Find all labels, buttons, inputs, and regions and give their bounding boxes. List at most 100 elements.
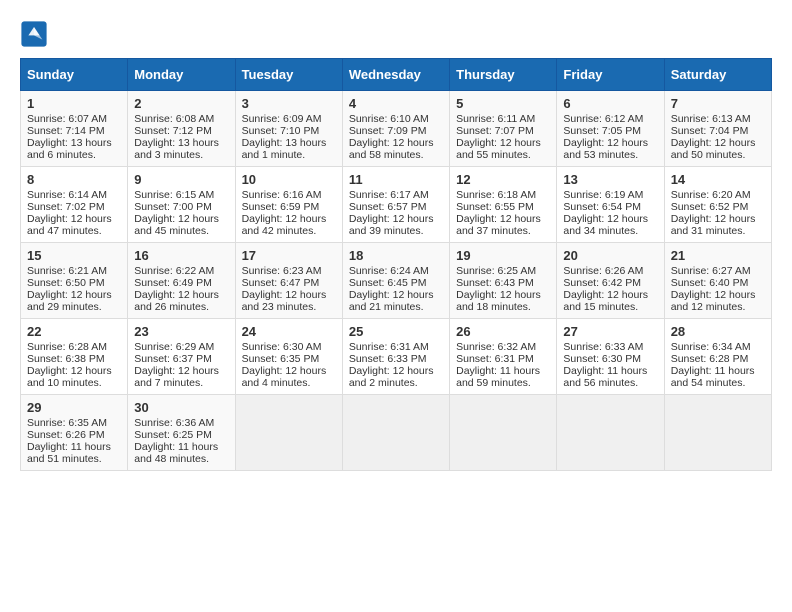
calendar-cell: 8 Sunrise: 6:14 AMSunset: 7:02 PMDaylight… xyxy=(21,167,128,243)
day-number: 1 xyxy=(27,96,121,111)
day-number: 5 xyxy=(456,96,550,111)
calendar-cell: 9Sunrise: 6:15 AMSunset: 7:00 PMDaylight… xyxy=(128,167,235,243)
sunset-text: Sunset: 7:05 PM xyxy=(563,125,657,137)
sunset-text: Sunset: 6:47 PM xyxy=(242,277,336,289)
sunrise-text: Sunrise: 6:34 AM xyxy=(671,341,765,353)
daylight-text: Daylight: 11 hours and 59 minutes. xyxy=(456,365,550,389)
daylight-text: Daylight: 11 hours and 54 minutes. xyxy=(671,365,765,389)
calendar-cell: 20Sunrise: 6:26 AMSunset: 6:42 PMDayligh… xyxy=(557,243,664,319)
sunset-text: Sunset: 7:02 PM xyxy=(27,201,121,213)
calendar-cell: 22Sunrise: 6:28 AMSunset: 6:38 PMDayligh… xyxy=(21,319,128,395)
header-row: SundayMondayTuesdayWednesdayThursdayFrid… xyxy=(21,59,772,91)
sunset-text: Sunset: 7:10 PM xyxy=(242,125,336,137)
daylight-text: Daylight: 13 hours and 1 minute. xyxy=(242,137,336,161)
calendar-cell: 27Sunrise: 6:33 AMSunset: 6:30 PMDayligh… xyxy=(557,319,664,395)
sunrise-text: Sunrise: 6:07 AM xyxy=(27,113,121,125)
calendar-cell: 4Sunrise: 6:10 AMSunset: 7:09 PMDaylight… xyxy=(342,91,449,167)
sunrise-text: Sunrise: 6:19 AM xyxy=(563,189,657,201)
sunrise-text: Sunrise: 6:23 AM xyxy=(242,265,336,277)
daylight-text: Daylight: 12 hours and 45 minutes. xyxy=(134,213,228,237)
sunrise-text: Sunrise: 6:21 AM xyxy=(27,265,121,277)
day-number: 3 xyxy=(242,96,336,111)
sunset-text: Sunset: 7:04 PM xyxy=(671,125,765,137)
sunset-text: Sunset: 6:33 PM xyxy=(349,353,443,365)
calendar-week: 1Sunrise: 6:07 AMSunset: 7:14 PMDaylight… xyxy=(21,91,772,167)
sunrise-text: Sunrise: 6:31 AM xyxy=(349,341,443,353)
calendar-cell: 5Sunrise: 6:11 AMSunset: 7:07 PMDaylight… xyxy=(450,91,557,167)
sunset-text: Sunset: 6:28 PM xyxy=(671,353,765,365)
day-number: 21 xyxy=(671,248,765,263)
day-number: 6 xyxy=(563,96,657,111)
daylight-text: Daylight: 12 hours and 26 minutes. xyxy=(134,289,228,313)
daylight-text: Daylight: 12 hours and 42 minutes. xyxy=(242,213,336,237)
calendar-cell: 25Sunrise: 6:31 AMSunset: 6:33 PMDayligh… xyxy=(342,319,449,395)
header-day: Sunday xyxy=(21,59,128,91)
day-number: 15 xyxy=(27,248,121,263)
day-number: 7 xyxy=(671,96,765,111)
sunset-text: Sunset: 6:25 PM xyxy=(134,429,228,441)
calendar-cell: 24Sunrise: 6:30 AMSunset: 6:35 PMDayligh… xyxy=(235,319,342,395)
header-day: Monday xyxy=(128,59,235,91)
sunset-text: Sunset: 6:35 PM xyxy=(242,353,336,365)
daylight-text: Daylight: 12 hours and 12 minutes. xyxy=(671,289,765,313)
sunrise-text: Sunrise: 6:25 AM xyxy=(456,265,550,277)
calendar-cell: 6Sunrise: 6:12 AMSunset: 7:05 PMDaylight… xyxy=(557,91,664,167)
sunrise-text: Sunrise: 6:22 AM xyxy=(134,265,228,277)
daylight-text: Daylight: 12 hours and 4 minutes. xyxy=(242,365,336,389)
day-number: 16 xyxy=(134,248,228,263)
daylight-text: Daylight: 12 hours and 37 minutes. xyxy=(456,213,550,237)
calendar-cell: 12Sunrise: 6:18 AMSunset: 6:55 PMDayligh… xyxy=(450,167,557,243)
calendar-cell: 18Sunrise: 6:24 AMSunset: 6:45 PMDayligh… xyxy=(342,243,449,319)
sunset-text: Sunset: 6:49 PM xyxy=(134,277,228,289)
daylight-text: Daylight: 13 hours and 3 minutes. xyxy=(134,137,228,161)
day-number: 19 xyxy=(456,248,550,263)
day-number: 13 xyxy=(563,172,657,187)
daylight-text: Daylight: 12 hours and 10 minutes. xyxy=(27,365,121,389)
sunset-text: Sunset: 6:42 PM xyxy=(563,277,657,289)
calendar-cell: 16 Sunrise: 6:22 AMSunset: 6:49 PMDayligh… xyxy=(128,243,235,319)
day-number: 17 xyxy=(242,248,336,263)
calendar-cell: 3 Sunrise: 6:09 AMSunset: 7:10 PMDaylight… xyxy=(235,91,342,167)
sunrise-text: Sunrise: 6:18 AM xyxy=(456,189,550,201)
sunset-text: Sunset: 6:43 PM xyxy=(456,277,550,289)
sunrise-text: Sunrise: 6:10 AM xyxy=(349,113,443,125)
sunrise-text: Sunrise: 6:36 AM xyxy=(134,417,228,429)
daylight-text: Daylight: 12 hours and 2 minutes. xyxy=(349,365,443,389)
day-number: 28 xyxy=(671,324,765,339)
sunrise-text: Sunrise: 6:13 AM xyxy=(671,113,765,125)
calendar-cell: 13Sunrise: 6:19 AMSunset: 6:54 PMDayligh… xyxy=(557,167,664,243)
calendar-cell: 30 Sunrise: 6:36 AMSunset: 6:25 PMDayligh… xyxy=(128,395,235,471)
calendar-cell: 14Sunrise: 6:20 AMSunset: 6:52 PMDayligh… xyxy=(664,167,771,243)
day-number: 11 xyxy=(349,172,443,187)
sunrise-text: Sunrise: 6:16 AM xyxy=(242,189,336,201)
daylight-text: Daylight: 12 hours and 53 minutes. xyxy=(563,137,657,161)
logo xyxy=(20,20,52,48)
sunrise-text: Sunrise: 6:27 AM xyxy=(671,265,765,277)
sunrise-text: Sunrise: 6:09 AM xyxy=(242,113,336,125)
day-number: 23 xyxy=(134,324,228,339)
sunset-text: Sunset: 6:50 PM xyxy=(27,277,121,289)
daylight-text: Daylight: 12 hours and 50 minutes. xyxy=(671,137,765,161)
day-number: 22 xyxy=(27,324,121,339)
calendar-cell: 28 Sunrise: 6:34 AMSunset: 6:28 PMDayligh… xyxy=(664,319,771,395)
header-day: Friday xyxy=(557,59,664,91)
daylight-text: Daylight: 11 hours and 48 minutes. xyxy=(134,441,228,465)
sunrise-text: Sunrise: 6:35 AM xyxy=(27,417,121,429)
calendar-cell: 29Sunrise: 6:35 AMSunset: 6:26 PMDayligh… xyxy=(21,395,128,471)
sunset-text: Sunset: 6:30 PM xyxy=(563,353,657,365)
day-number: 30 xyxy=(134,400,228,415)
day-number: 10 xyxy=(242,172,336,187)
day-number: 18 xyxy=(349,248,443,263)
sunrise-text: Sunrise: 6:29 AM xyxy=(134,341,228,353)
day-number: 20 xyxy=(563,248,657,263)
day-number: 8 xyxy=(27,172,121,187)
daylight-text: Daylight: 12 hours and 47 minutes. xyxy=(27,213,121,237)
daylight-text: Daylight: 12 hours and 34 minutes. xyxy=(563,213,657,237)
sunset-text: Sunset: 7:00 PM xyxy=(134,201,228,213)
day-number: 24 xyxy=(242,324,336,339)
calendar-cell: 15Sunrise: 6:21 AMSunset: 6:50 PMDayligh… xyxy=(21,243,128,319)
daylight-text: Daylight: 11 hours and 56 minutes. xyxy=(563,365,657,389)
sunrise-text: Sunrise: 6:14 AM xyxy=(27,189,121,201)
calendar-cell: 1Sunrise: 6:07 AMSunset: 7:14 PMDaylight… xyxy=(21,91,128,167)
calendar-week: 29Sunrise: 6:35 AMSunset: 6:26 PMDayligh… xyxy=(21,395,772,471)
